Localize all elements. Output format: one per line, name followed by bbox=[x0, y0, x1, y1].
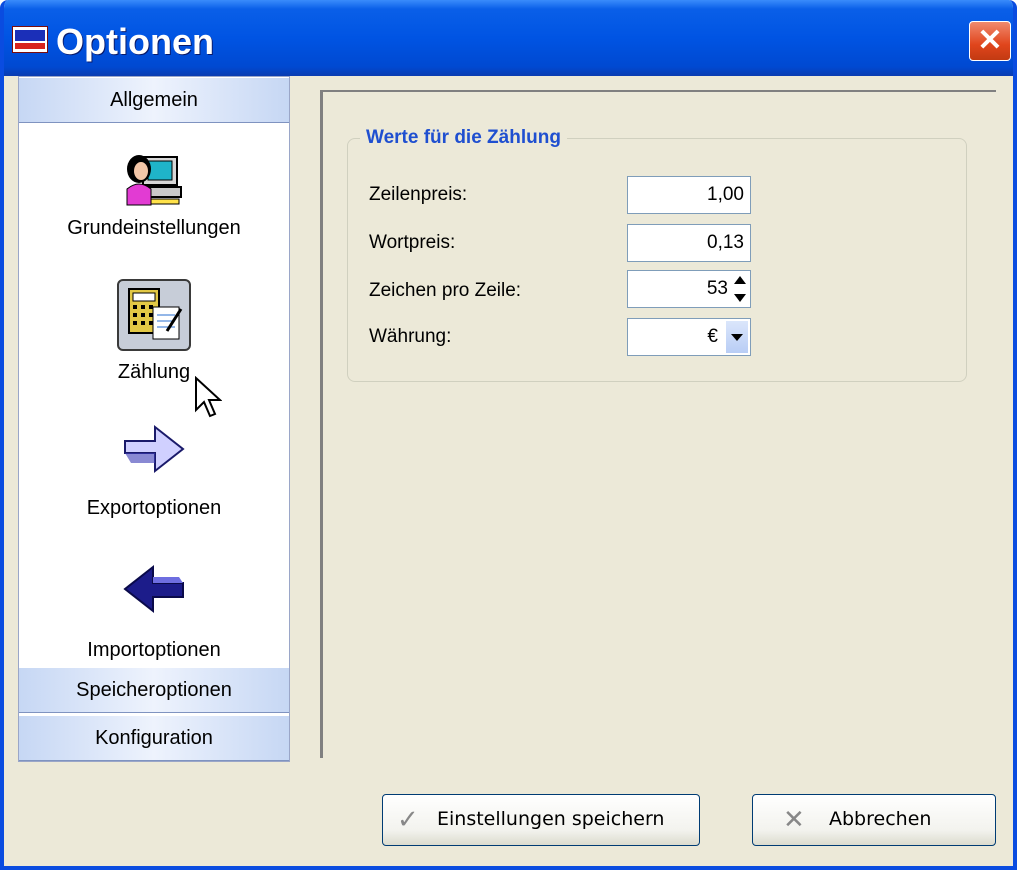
group-title: Werte für die Zählung bbox=[360, 125, 567, 151]
stepper-value: 53 bbox=[706, 278, 728, 299]
user-computer-icon bbox=[123, 145, 185, 211]
wortpreis-input[interactable]: 0,13 bbox=[627, 224, 751, 262]
waehrung-select[interactable]: € bbox=[627, 318, 751, 356]
content-panel: Werte für die Zählung Zeilenpreis: 1,00 … bbox=[320, 90, 996, 758]
mouse-pointer-icon bbox=[194, 375, 223, 420]
cancel-button[interactable]: ✕ Abbrechen bbox=[752, 794, 996, 846]
sidebar-item-label: Importoptionen bbox=[87, 639, 221, 661]
sidebar-item-grundeinstellungen[interactable]: Grundeinstellungen bbox=[19, 139, 289, 249]
sidebar: Allgemein Grundeinstellungen Zählung Exp… bbox=[18, 76, 290, 762]
title-bar[interactable]: Optionen ✕ bbox=[4, 0, 1013, 76]
sidebar-item-label: Exportoptionen bbox=[86, 497, 222, 519]
sidebar-item-label: Grundeinstellungen bbox=[67, 217, 241, 239]
close-button[interactable]: ✕ bbox=[969, 21, 1011, 61]
waehrung-label: Währung: bbox=[369, 326, 452, 347]
sidebar-item-label: Zählung bbox=[117, 361, 191, 383]
x-icon: ✕ bbox=[783, 805, 805, 835]
arrow-left-icon bbox=[121, 563, 187, 619]
sidebar-item-exportoptionen[interactable]: Exportoptionen bbox=[19, 417, 289, 529]
wortpreis-label: Wortpreis: bbox=[369, 232, 456, 253]
sidebar-item-importoptionen[interactable]: Importoptionen bbox=[19, 557, 289, 667]
currency-value: € bbox=[707, 326, 718, 347]
save-settings-button[interactable]: ✓ Einstellungen speichern bbox=[382, 794, 700, 846]
arrow-right-icon bbox=[121, 423, 187, 479]
window-title: Optionen bbox=[56, 21, 214, 62]
chevron-down-icon[interactable] bbox=[726, 321, 748, 353]
zeichen-pro-zeile-label: Zeichen pro Zeile: bbox=[369, 280, 522, 301]
app-icon bbox=[12, 26, 48, 53]
zeichen-pro-zeile-stepper[interactable]: 53 bbox=[627, 270, 751, 308]
sidebar-header-konfiguration[interactable]: Konfiguration bbox=[19, 715, 289, 761]
cancel-button-label: Abbrechen bbox=[829, 808, 932, 830]
options-dialog: Optionen ✕ Allgemein Grundeinstellungen bbox=[0, 0, 1017, 870]
sidebar-header-speicheroptionen[interactable]: Speicheroptionen bbox=[19, 667, 289, 713]
sidebar-item-zaehlung[interactable]: Zählung bbox=[19, 277, 289, 389]
checkmark-icon: ✓ bbox=[397, 805, 419, 835]
spin-down-icon[interactable] bbox=[734, 294, 746, 302]
close-icon: ✕ bbox=[977, 24, 1003, 57]
calculator-icon bbox=[117, 279, 191, 351]
sidebar-header-allgemein[interactable]: Allgemein bbox=[19, 77, 289, 123]
zeilenpreis-input[interactable]: 1,00 bbox=[627, 176, 751, 214]
zeilenpreis-label: Zeilenpreis: bbox=[369, 184, 468, 205]
spin-up-icon[interactable] bbox=[734, 276, 746, 284]
save-button-label: Einstellungen speichern bbox=[437, 808, 665, 830]
